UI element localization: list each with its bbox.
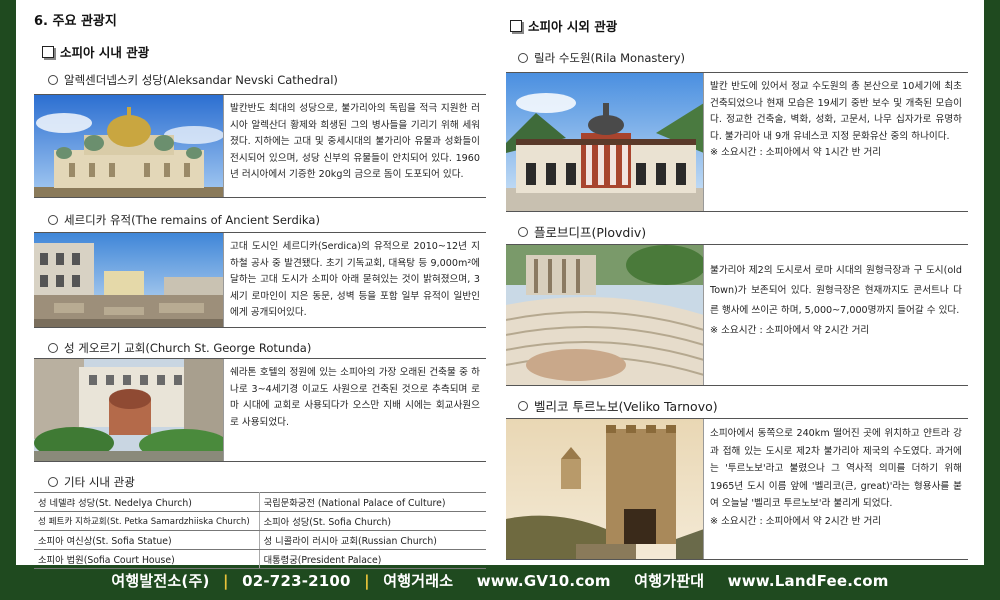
exchange-link[interactable]: www.GV10.com xyxy=(477,572,611,590)
table-row: 소피아 여신상(St. Sofia Statue) 성 니콜라이 러시아 교회(… xyxy=(34,530,486,550)
travel-time-note: ※ 소요시간 : 소피아에서 약 2시간 반 거리 xyxy=(710,515,882,527)
item-box-serdika: 고대 도시인 세르디카(Serdica)의 유적으로 2010~12년 지하철 … xyxy=(34,232,486,328)
item-desc-plovdiv: 불가리아 제2의 도시로서 로마 시대의 원형극장과 구 도시(old Town… xyxy=(704,245,968,385)
item-box-nevski: 발칸반도 최대의 성당으로, 불가리아의 독립을 적극 지원한 러시아 알렉산더… xyxy=(34,94,486,198)
item-title-plovdiv: 플로브디프(Plovdiv) xyxy=(518,222,646,241)
fortress-photo xyxy=(506,419,704,559)
table-cell: 성 니콜라이 러시아 교회(Russian Church) xyxy=(259,530,486,550)
checkbox-square-icon xyxy=(42,45,54,58)
rotunda-photo xyxy=(34,359,224,461)
monastery-photo xyxy=(506,73,704,211)
circle-bullet-icon xyxy=(518,53,528,63)
table-row: 성 페트카 지하교회(St. Petka Samardzhiiska Churc… xyxy=(34,511,486,531)
circle-bullet-icon xyxy=(48,75,58,85)
table-row: 성 네델랴 성당(St. Nedelya Church) 국립문화궁전 (Nat… xyxy=(34,492,486,512)
desc-text: 소피아에서 동쪽으로 240km 떨어진 곳에 위치하고 얀트라 강과 접해 있… xyxy=(710,428,962,509)
item-desc-nevski: 발칸반도 최대의 성당으로, 불가리아의 독립을 적극 지원한 러시아 알렉산더… xyxy=(230,103,480,180)
item-desc-rila: 발칸 반도에 있어서 정교 수도원의 총 본산으로 10세기에 최초 건축되었으… xyxy=(704,73,968,211)
circle-bullet-icon xyxy=(518,400,528,411)
item-title-text: 알렉센더넵스키 성당(Aleksandar Nevski Cathedral) xyxy=(64,73,338,87)
circle-bullet-icon xyxy=(518,226,528,237)
item-title-text: 플로브디프(Plovdiv) xyxy=(534,225,647,240)
circle-bullet-icon xyxy=(48,215,58,225)
travel-time-note: ※ 소요시간 : 소피아에서 약 2시간 거리 xyxy=(710,325,870,336)
subsection-title-text: 소피아 시내 관광 xyxy=(60,45,150,60)
item-title-text: 릴라 수도원(Rila Monastery) xyxy=(534,51,686,65)
exchange-label: 여행거래소 xyxy=(383,572,454,590)
checkbox-square-icon xyxy=(510,19,522,32)
item-title-text: 성 게오르기 교회(Church St. George Rotunda) xyxy=(64,341,312,355)
separator: | xyxy=(364,572,370,590)
subsection-title-text: 소피아 시외 관광 xyxy=(528,19,618,34)
item-title-etc: 기타 시내 관광 xyxy=(48,474,135,490)
item-title-george: 성 게오르기 교회(Church St. George Rotunda) xyxy=(48,340,311,356)
item-desc-george: 쉐라톤 호텔의 정원에 있는 소피아의 가장 오래된 건축물 중 하나로 3~4… xyxy=(230,367,480,428)
item-title-text: 기타 시내 관광 xyxy=(64,475,135,489)
price-link[interactable]: www.LandFee.com xyxy=(728,572,889,590)
desc-text: 불가리아 제2의 도시로서 로마 시대의 원형극장과 구 도시(old Town… xyxy=(710,265,962,316)
item-box-tarnovo: 소피아에서 동쪽으로 240km 떨어진 곳에 위치하고 얀트라 강과 접해 있… xyxy=(506,418,968,560)
table-cell: 성 네델랴 성당(St. Nedelya Church) xyxy=(34,492,260,512)
item-title-tarnovo: 벨리코 투르노보(Veliko Tarnovo) xyxy=(518,396,718,415)
phone-number[interactable]: 02-723-2100 xyxy=(242,572,351,590)
subsection-title-outskirts: 소피아 시외 관광 xyxy=(510,16,617,35)
item-desc-serdika: 고대 도시인 세르디카(Serdica)의 유적으로 2010~12년 지하철 … xyxy=(230,241,480,318)
subsection-title-city: 소피아 시내 관광 xyxy=(42,42,149,61)
table-cell: 소피아 성당(St. Sofia Church) xyxy=(259,511,486,531)
desc-text: 발칸 반도에 있어서 정교 수도원의 총 본산으로 10세기에 최초 건축되었으… xyxy=(710,81,962,142)
item-box-george: 쉐라톤 호텔의 정원에 있는 소피아의 가장 오래된 건축물 중 하나로 3~4… xyxy=(34,358,486,462)
item-box-plovdiv: 불가리아 제2의 도시로서 로마 시대의 원형극장과 구 도시(old Town… xyxy=(506,244,968,386)
travel-time-note: ※ 소요시간 : 소피아에서 약 1시간 반 거리 xyxy=(710,147,882,158)
item-title-text: 세르디카 유적(The remains of Ancient Serdika) xyxy=(64,213,320,227)
company-name: 여행발전소(주) xyxy=(111,572,210,590)
item-title-rila: 릴라 수도원(Rila Monastery) xyxy=(518,50,685,66)
item-title-serdika: 세르디카 유적(The remains of Ancient Serdika) xyxy=(48,212,320,228)
item-desc-tarnovo: 소피아에서 동쪽으로 240km 떨어진 곳에 위치하고 얀트라 강과 접해 있… xyxy=(704,419,968,559)
item-title-nevski: 알렉센더넵스키 성당(Aleksandar Nevski Cathedral) xyxy=(48,72,338,88)
footer-bar: 여행발전소(주) | 02-723-2100 | 여행거래소 www.GV10.… xyxy=(0,565,1000,600)
table-cell: 소피아 여신상(St. Sofia Statue) xyxy=(34,530,260,550)
amphitheatre-photo xyxy=(506,245,704,385)
brochure-page: 6. 주요 관광지 소피아 시내 관광 알렉센더넵스키 성당(Aleksanda… xyxy=(16,0,984,569)
section-title: 6. 주요 관광지 xyxy=(34,14,117,29)
circle-bullet-icon xyxy=(48,343,58,353)
table-cell: 성 페트카 지하교회(St. Petka Samardzhiiska Churc… xyxy=(34,511,260,531)
ruins-photo xyxy=(34,233,224,327)
etc-table: 성 네델랴 성당(St. Nedelya Church) 국립문화궁전 (Nat… xyxy=(34,492,486,569)
item-box-rila: 발칸 반도에 있어서 정교 수도원의 총 본산으로 10세기에 최초 건축되었으… xyxy=(506,72,968,212)
separator: | xyxy=(222,572,229,590)
item-title-text: 벨리코 투르노보(Veliko Tarnovo) xyxy=(534,399,718,414)
table-cell: 국립문화궁전 (National Palace of Culture) xyxy=(259,492,486,512)
cathedral-photo xyxy=(34,95,224,197)
circle-bullet-icon xyxy=(48,477,58,487)
price-label: 여행가판대 xyxy=(634,572,705,590)
